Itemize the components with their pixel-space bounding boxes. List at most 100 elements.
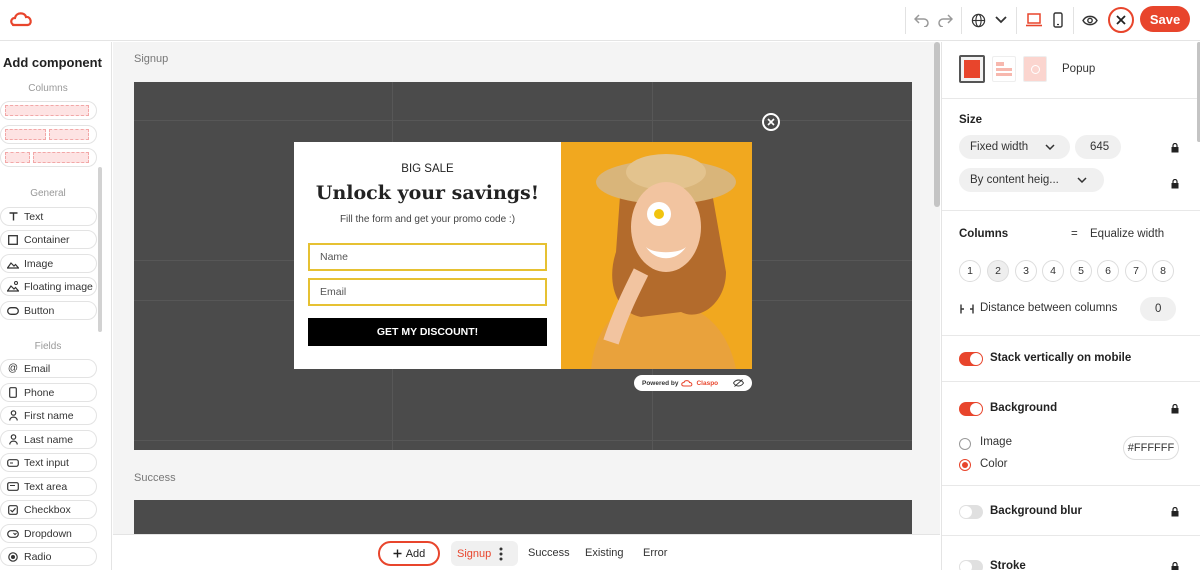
- field-phone[interactable]: Phone: [0, 383, 97, 402]
- column-count-1[interactable]: 1: [959, 260, 981, 282]
- column-count-5[interactable]: 5: [1070, 260, 1092, 282]
- field-radio[interactable]: Radio: [0, 547, 97, 566]
- component-text[interactable]: Text: [0, 207, 97, 226]
- popup-form-column[interactable]: BIG SALE Unlock your savings! Fill the f…: [294, 142, 561, 369]
- signup-popup[interactable]: BIG SALE Unlock your savings! Fill the f…: [294, 142, 752, 369]
- person-icon: [7, 434, 19, 445]
- eye-icon[interactable]: [1078, 9, 1102, 31]
- add-stage-button[interactable]: Add: [378, 541, 440, 566]
- column-count-7[interactable]: 7: [1125, 260, 1147, 282]
- save-button[interactable]: Save: [1140, 6, 1190, 32]
- popup-close-icon[interactable]: [762, 113, 780, 131]
- more-options-icon[interactable]: [499, 547, 503, 561]
- background-blur-toggle[interactable]: [959, 505, 983, 519]
- lock-icon[interactable]: [1171, 404, 1179, 414]
- size-section: Size Fixed width 645 By content heig...: [942, 99, 1200, 211]
- mode-section: Popup: [942, 42, 1200, 99]
- lock-icon[interactable]: [1171, 562, 1179, 570]
- grid-line: [134, 440, 912, 441]
- distance-value-input[interactable]: 0: [1140, 297, 1176, 321]
- field-email[interactable]: @ Email: [0, 359, 97, 378]
- popup-name-field[interactable]: Name: [308, 243, 547, 271]
- column-count-6[interactable]: 6: [1097, 260, 1119, 282]
- redo-icon[interactable]: [933, 9, 957, 31]
- hide-eye-icon[interactable]: [733, 379, 745, 387]
- component-image[interactable]: Image: [0, 254, 97, 273]
- text-input-icon: [7, 458, 19, 467]
- background-image-radio[interactable]: [959, 438, 971, 450]
- claspo-logo-icon: [681, 379, 693, 387]
- close-icon[interactable]: [1108, 7, 1134, 33]
- component-button[interactable]: Button: [0, 301, 97, 320]
- one-column-layout[interactable]: [0, 101, 97, 120]
- background-color-radio[interactable]: [959, 459, 971, 471]
- background-title: Background: [990, 402, 1058, 414]
- background-image-label: Image: [980, 436, 1012, 448]
- lock-icon[interactable]: [1171, 143, 1179, 153]
- image-icon: [7, 259, 19, 269]
- column-count-2[interactable]: 2: [987, 260, 1009, 282]
- popup-cta-button[interactable]: GET MY DISCOUNT!: [308, 318, 547, 346]
- cloud-logo-icon[interactable]: [8, 9, 34, 29]
- equalize-icon[interactable]: =: [1071, 228, 1078, 240]
- column-distance-icon: [960, 304, 974, 314]
- equalize-width-label[interactable]: Equalize width: [1090, 228, 1164, 240]
- sidebar-title: Add component: [3, 55, 102, 70]
- canvas-scrollbar[interactable]: [934, 42, 940, 207]
- launcher-mode-icon[interactable]: [1023, 56, 1047, 82]
- success-stage[interactable]: [134, 500, 912, 534]
- background-color-input[interactable]: #FFFFFF: [1123, 436, 1179, 460]
- popup-email-field[interactable]: Email: [308, 278, 547, 306]
- sidebar-scrollbar[interactable]: [98, 167, 102, 332]
- field-dropdown[interactable]: Dropdown: [0, 524, 97, 543]
- popup-subtext[interactable]: Fill the form and get your promo code :): [294, 214, 561, 225]
- undo-icon[interactable]: [910, 9, 934, 31]
- field-first-name[interactable]: First name: [0, 406, 97, 425]
- field-text-input[interactable]: Text input: [0, 453, 97, 472]
- height-mode-select[interactable]: By content heig...: [959, 168, 1104, 192]
- desktop-icon[interactable]: [1022, 9, 1046, 31]
- chevron-down-icon[interactable]: [989, 9, 1013, 31]
- powered-by-badge[interactable]: Powered by Claspo: [634, 375, 752, 391]
- tab-existing[interactable]: Existing: [585, 547, 624, 559]
- mobile-icon[interactable]: [1046, 9, 1070, 31]
- width-mode-select[interactable]: Fixed width: [959, 135, 1070, 159]
- one-two-column-layout[interactable]: [0, 148, 97, 167]
- chevron-down-icon: [1045, 144, 1055, 150]
- component-container[interactable]: Container: [0, 230, 97, 249]
- tab-success[interactable]: Success: [528, 547, 570, 559]
- tab-error[interactable]: Error: [643, 547, 667, 559]
- properties-panel: Popup Size Fixed width 645 By content he…: [941, 42, 1200, 570]
- floating-image-icon: [7, 281, 19, 292]
- two-column-layout[interactable]: [0, 125, 97, 144]
- column-count-8[interactable]: 8: [1152, 260, 1174, 282]
- lock-icon[interactable]: [1171, 179, 1179, 189]
- background-color-label: Color: [980, 458, 1008, 470]
- stroke-toggle[interactable]: [959, 560, 983, 570]
- column-count-3[interactable]: 3: [1015, 260, 1037, 282]
- globe-icon[interactable]: [966, 9, 990, 31]
- blur-section: Background blur: [942, 486, 1200, 536]
- field-last-name[interactable]: Last name: [0, 430, 97, 449]
- tab-signup[interactable]: Signup: [451, 541, 518, 566]
- field-text-area[interactable]: Text area: [0, 477, 97, 496]
- field-checkbox[interactable]: Checkbox: [0, 500, 97, 519]
- popup-photo[interactable]: [561, 142, 752, 369]
- background-toggle[interactable]: [959, 402, 983, 416]
- stroke-label: Stroke: [990, 560, 1026, 570]
- plus-icon: [393, 549, 402, 558]
- column-count-4[interactable]: 4: [1042, 260, 1064, 282]
- phone-icon: [7, 387, 19, 398]
- component-floating-image[interactable]: Floating image: [0, 277, 97, 296]
- floating-bar-mode-icon[interactable]: [992, 56, 1016, 82]
- stack-vertically-toggle[interactable]: [959, 352, 983, 366]
- popup-mode-icon[interactable]: [959, 55, 985, 83]
- popup-headline[interactable]: Unlock your savings!: [294, 182, 561, 204]
- text-icon: [7, 212, 19, 221]
- popup-eyebrow[interactable]: BIG SALE: [294, 163, 561, 175]
- success-stage-label: Success: [134, 472, 176, 484]
- dropdown-icon: [7, 529, 19, 538]
- lock-icon[interactable]: [1171, 507, 1179, 517]
- width-value-input[interactable]: 645: [1075, 135, 1121, 159]
- signup-stage[interactable]: BIG SALE Unlock your savings! Fill the f…: [134, 82, 912, 450]
